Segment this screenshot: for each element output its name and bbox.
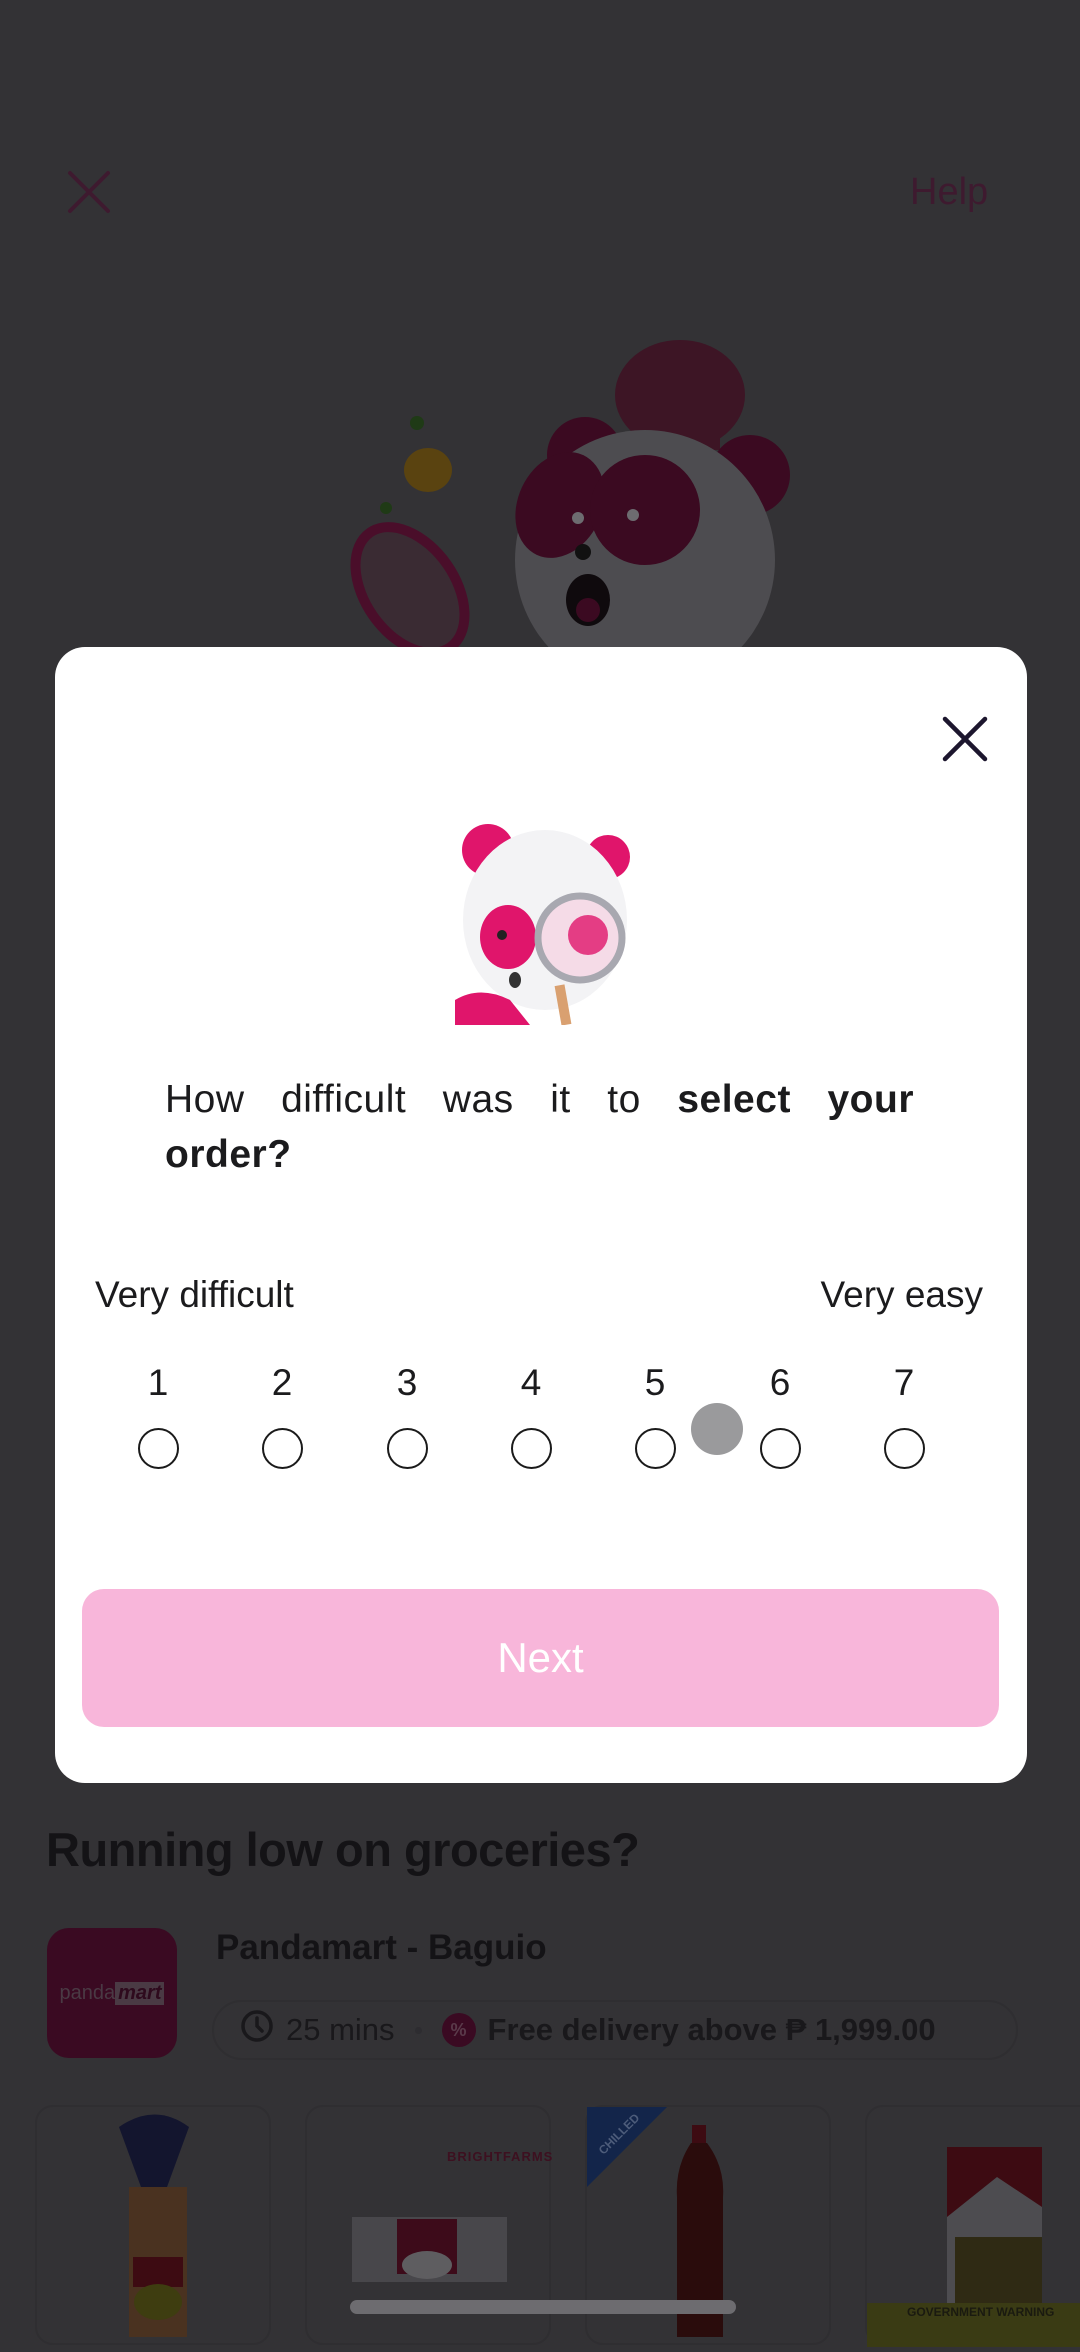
scale-number: 5: [644, 1362, 666, 1403]
separator-dot: [414, 2026, 422, 2034]
scale-min-label: Very difficult: [95, 1274, 294, 1315]
modal-close-button[interactable]: [941, 715, 989, 763]
product-card: GOVERNMENT WARNING: [865, 2105, 1080, 2347]
rating-radio-4[interactable]: [511, 1428, 552, 1469]
delivery-time: 25 mins: [286, 2012, 395, 2047]
bread-loaf-image: [119, 2114, 189, 2337]
background-close-icon: [66, 170, 112, 214]
logo-text-panda: panda: [59, 1981, 116, 2004]
store-name: Pandamart - Baguio: [216, 1928, 547, 1967]
rating-radio-7[interactable]: [884, 1428, 925, 1469]
touch-indicator: [691, 1403, 743, 1455]
government-warning-label: GOVERNMENT WARNING: [907, 2305, 1055, 2319]
rating-radio-3[interactable]: [387, 1428, 428, 1469]
home-indicator[interactable]: [350, 2300, 736, 2314]
scale-number: 6: [769, 1362, 791, 1403]
next-button[interactable]: Next: [82, 1589, 999, 1727]
logo-text-mart: mart: [115, 1981, 165, 2005]
scale-number: 2: [271, 1362, 293, 1403]
product-card: [35, 2105, 271, 2345]
rating-radio-5[interactable]: [635, 1428, 676, 1469]
rating-radio-2[interactable]: [262, 1428, 303, 1469]
section-title: Running low on groceries?: [46, 1823, 640, 1876]
pandamart-logo: panda mart: [47, 1928, 177, 2058]
scale-number: 7: [893, 1362, 915, 1403]
promo-text: Free delivery above ₱ 1,999.00: [487, 2012, 936, 2047]
rating-radio-6[interactable]: [760, 1428, 801, 1469]
scale-max-label: Very easy: [820, 1274, 983, 1315]
product-brand-label: BRIGHTFARMS: [447, 2149, 554, 2164]
scale-number: 3: [396, 1362, 418, 1403]
panda-magnifier-illustration: [440, 815, 640, 1026]
survey-question: How difficult was it to select your orde…: [165, 1072, 914, 1182]
chef-panda-illustration: [350, 320, 790, 690]
rating-radio-1[interactable]: [138, 1428, 179, 1469]
survey-modal: How difficult was it to select your orde…: [55, 647, 1027, 1783]
clock-icon: [240, 2009, 274, 2051]
discount-badge-icon: %: [441, 2013, 476, 2047]
scale-number: 4: [520, 1362, 542, 1403]
question-prefix: How difficult was it to: [165, 1078, 678, 1121]
store-info-pill: 25 mins % Free delivery above ₱ 1,999.00: [212, 2000, 1018, 2060]
scale-number: 1: [147, 1362, 169, 1403]
background-help-link: Help: [910, 171, 989, 213]
close-icon: [941, 716, 989, 767]
